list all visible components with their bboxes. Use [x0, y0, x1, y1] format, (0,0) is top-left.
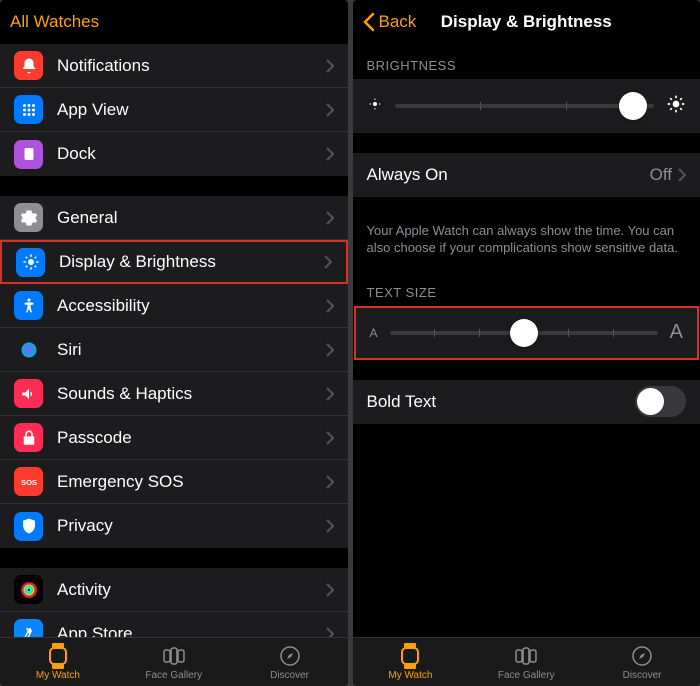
- row-label: Sounds & Haptics: [57, 384, 326, 404]
- tab-label: Discover: [270, 670, 309, 681]
- text-size-slider-row: A A: [354, 306, 700, 360]
- text-size-header: TEXT SIZE: [353, 271, 700, 306]
- tab-bar: My Watch Face Gallery Discover: [353, 637, 700, 686]
- chevron-right-icon: [326, 59, 334, 73]
- brightness-header: BRIGHTNESS: [353, 44, 700, 79]
- row-display[interactable]: Display & Brightness: [0, 240, 348, 284]
- chevron-left-icon: [363, 12, 375, 32]
- row-label: Passcode: [57, 428, 326, 448]
- row-label: Siri: [57, 340, 326, 360]
- tab-label: My Watch: [36, 670, 80, 681]
- row-siri[interactable]: Siri: [0, 328, 348, 372]
- row-label: App Store: [57, 624, 326, 638]
- tab-label: My Watch: [388, 670, 432, 681]
- tab-label: Face Gallery: [498, 670, 555, 681]
- text-size-large-icon: A: [670, 321, 683, 344]
- chevron-right-icon: [326, 211, 334, 225]
- tab-discover[interactable]: Discover: [232, 638, 348, 686]
- row-passcode[interactable]: Passcode: [0, 416, 348, 460]
- discover-icon: [278, 644, 302, 668]
- row-general[interactable]: General: [0, 196, 348, 240]
- row-label: Accessibility: [57, 296, 326, 316]
- back-button[interactable]: Back: [363, 12, 417, 32]
- passcode-icon: [14, 423, 43, 452]
- display-icon: [16, 248, 45, 277]
- watch-settings-screen: All Watches Notifications App View Dock …: [0, 0, 348, 686]
- activity-icon: [14, 575, 43, 604]
- privacy-icon: [14, 512, 43, 541]
- chevron-right-icon: [326, 103, 334, 117]
- chevron-right-icon: [678, 168, 686, 182]
- tab-discover[interactable]: Discover: [584, 638, 700, 686]
- sos-icon: SOS: [14, 467, 43, 496]
- row-label: Notifications: [57, 56, 326, 76]
- chevron-right-icon: [326, 519, 334, 533]
- notifications-icon: [14, 51, 43, 80]
- text-size-small-icon: A: [370, 326, 378, 340]
- row-dock[interactable]: Dock: [0, 132, 348, 176]
- appview-icon: [14, 95, 43, 124]
- chevron-right-icon: [326, 627, 334, 638]
- tab-mywatch[interactable]: My Watch: [353, 638, 469, 686]
- chevron-right-icon: [326, 431, 334, 445]
- row-privacy[interactable]: Privacy: [0, 504, 348, 548]
- chevron-right-icon: [324, 255, 332, 269]
- brightness-high-icon: [666, 94, 686, 119]
- row-activity[interactable]: Activity: [0, 568, 348, 612]
- row-accessibility[interactable]: Accessibility: [0, 284, 348, 328]
- row-sounds[interactable]: Sounds & Haptics: [0, 372, 348, 416]
- svg-text:SOS: SOS: [21, 478, 37, 487]
- facegallery-icon: [514, 644, 538, 668]
- row-label: General: [57, 208, 326, 228]
- header: Back Display & Brightness: [353, 0, 700, 44]
- chevron-right-icon: [326, 343, 334, 357]
- row-label: Emergency SOS: [57, 472, 326, 492]
- row-sos[interactable]: SOS Emergency SOS: [0, 460, 348, 504]
- row-label: App View: [57, 100, 326, 120]
- header: All Watches: [0, 0, 348, 44]
- row-appview[interactable]: App View: [0, 88, 348, 132]
- tab-label: Face Gallery: [145, 670, 202, 681]
- row-label: Display & Brightness: [59, 252, 324, 272]
- display-brightness-screen: Back Display & Brightness BRIGHTNESS Alw…: [353, 0, 700, 686]
- always-on-row[interactable]: Always On Off: [353, 153, 700, 197]
- row-label: Privacy: [57, 516, 326, 536]
- page-title: Display & Brightness: [441, 12, 612, 32]
- siri-icon: [14, 335, 43, 364]
- all-watches-link[interactable]: All Watches: [10, 12, 99, 32]
- brightness-slider[interactable]: [395, 104, 655, 108]
- discover-icon: [630, 644, 654, 668]
- accessibility-icon: [14, 291, 43, 320]
- chevron-right-icon: [326, 475, 334, 489]
- tab-bar: My Watch Face Gallery Discover: [0, 637, 348, 686]
- chevron-right-icon: [326, 299, 334, 313]
- chevron-right-icon: [326, 583, 334, 597]
- facegallery-icon: [162, 644, 186, 668]
- brightness-slider-row: [353, 79, 700, 133]
- row-notifications[interactable]: Notifications: [0, 44, 348, 88]
- mywatch-icon: [398, 644, 422, 668]
- bold-text-row: Bold Text: [353, 380, 700, 424]
- brightness-low-icon: [367, 96, 383, 117]
- appstore-icon: [14, 619, 43, 637]
- tab-mywatch[interactable]: My Watch: [0, 638, 116, 686]
- tab-facegallery[interactable]: Face Gallery: [468, 638, 584, 686]
- general-icon: [14, 203, 43, 232]
- row-appstore[interactable]: App Store: [0, 612, 348, 637]
- tab-label: Discover: [623, 670, 662, 681]
- row-label: Dock: [57, 144, 326, 164]
- mywatch-icon: [46, 644, 70, 668]
- bold-text-toggle[interactable]: [635, 386, 686, 417]
- settings-list[interactable]: BRIGHTNESS Always On Off Your Apple Watc…: [353, 44, 700, 637]
- row-label: Activity: [57, 580, 326, 600]
- dock-icon: [14, 140, 43, 169]
- settings-list[interactable]: Notifications App View Dock General Disp…: [0, 44, 348, 637]
- always-on-footer: Your Apple Watch can always show the tim…: [353, 217, 700, 271]
- text-size-slider[interactable]: [390, 331, 658, 335]
- tab-facegallery[interactable]: Face Gallery: [116, 638, 232, 686]
- chevron-right-icon: [326, 387, 334, 401]
- sounds-icon: [14, 379, 43, 408]
- chevron-right-icon: [326, 147, 334, 161]
